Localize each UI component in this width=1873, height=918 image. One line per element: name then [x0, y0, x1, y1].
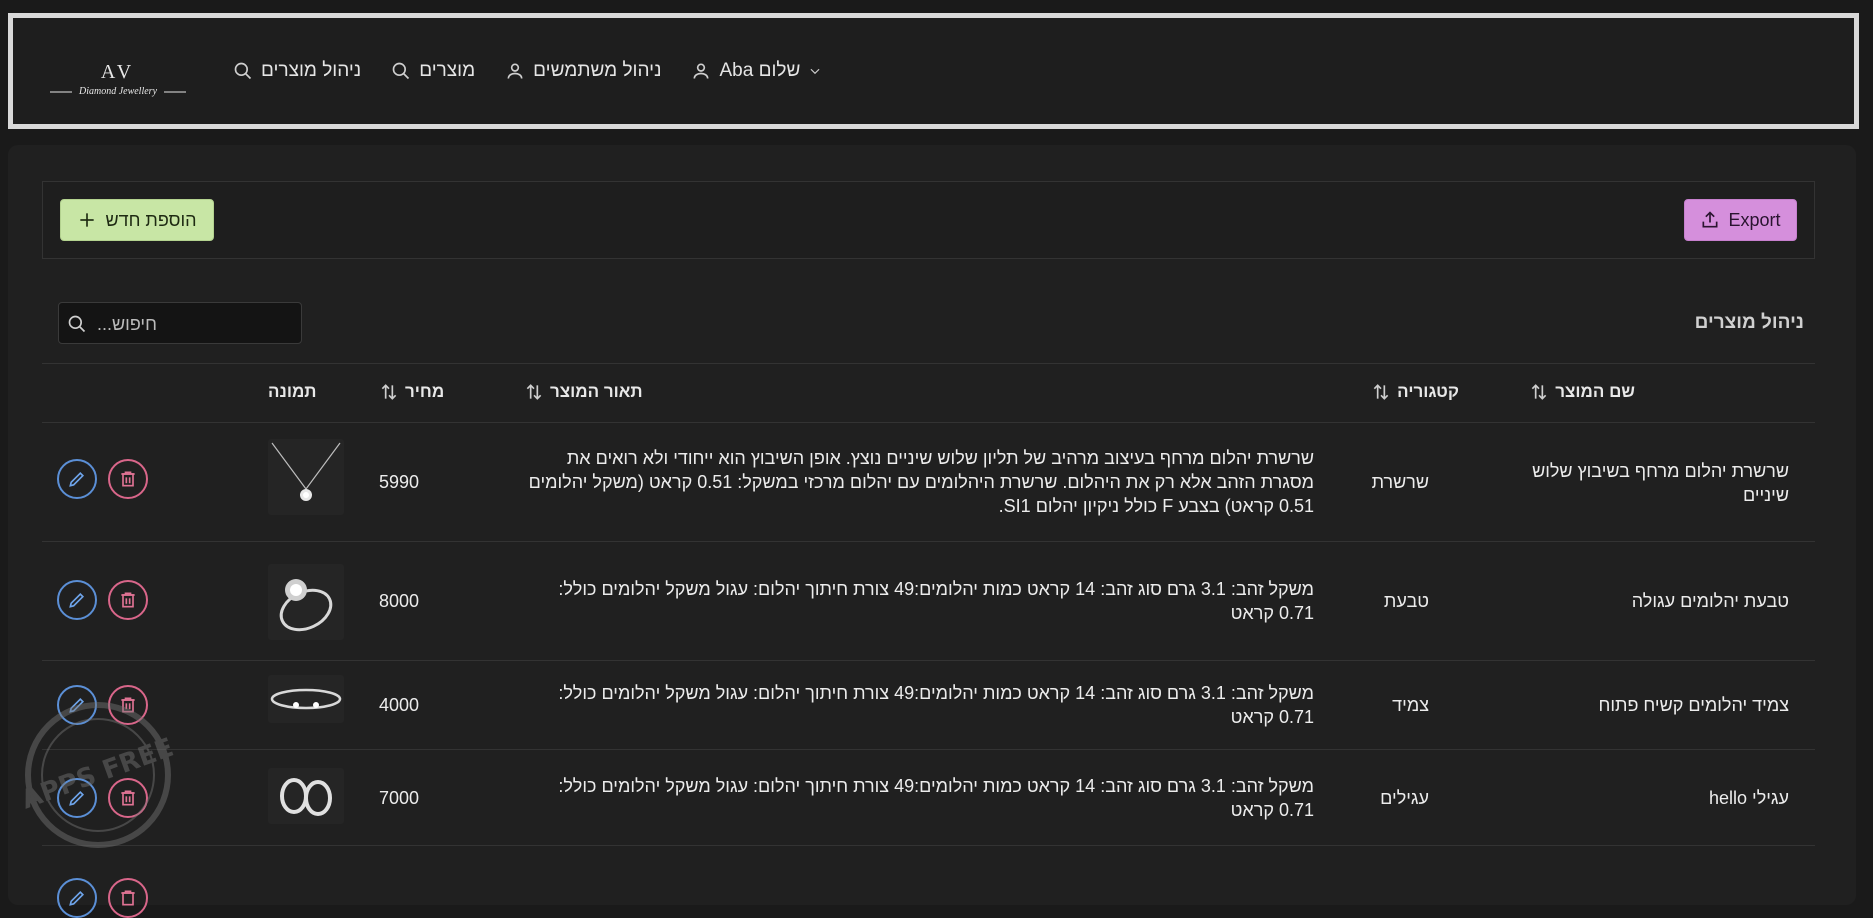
product-name: טבעת יהלומים עגולה	[1631, 591, 1789, 611]
delete-button[interactable]	[108, 580, 148, 620]
plus-icon	[80, 213, 95, 227]
nav-item-product-management[interactable]: ניהול מוצרים	[233, 60, 361, 82]
search-field[interactable]	[58, 302, 302, 345]
search-icon	[392, 62, 410, 80]
nav-menu: ניהול מוצרים מוצרים ניהול משתמשים שלום A…	[233, 18, 822, 124]
product-price: 8000	[379, 591, 420, 611]
toolbar: הוספת חדש Export	[42, 181, 1815, 259]
product-description: משקל זהב: 3.1 גרם סוג זהב: 14 קראט כמות …	[558, 776, 1314, 820]
product-name: שרשרת יהלום מרחף בשיבוץ שלוש שיניים	[1532, 461, 1789, 505]
top-navbar: AV Diamond Jewellery ניהול מוצרים מוצרים…	[8, 13, 1859, 129]
product-category: עגילים	[1380, 788, 1429, 808]
chevron-down-icon	[810, 68, 820, 75]
column-header-category[interactable]: קטגוריה	[1371, 382, 1459, 402]
export-label: Export	[1728, 209, 1781, 230]
trash-icon	[121, 471, 135, 487]
nav-item-label: ניהול מוצרים	[261, 60, 362, 81]
search-icon	[68, 315, 86, 333]
product-price: 7000	[379, 788, 420, 808]
user-menu-dropdown[interactable]: שלום Aba	[691, 60, 822, 82]
nav-item-label: ניהול משתמשים	[533, 60, 662, 81]
table-row: עגילי hello עגילים משקל זהב: 3.1 גרם סוג…	[42, 750, 1815, 846]
column-header-image: תמונה	[268, 382, 317, 402]
nav-item-user-management[interactable]: ניהול משתמשים	[505, 60, 661, 82]
table-row: שרשרת יהלום מרחף בשיבוץ שלוש שיניים שרשר…	[42, 423, 1815, 542]
table-row: טבעת יהלומים עגולה טבעת משקל זהב: 3.1 גר…	[42, 542, 1815, 661]
product-description: שרשרת יהלום מרחף בעיצוב מרהיב של תליון ש…	[528, 448, 1314, 516]
column-header-label: תאור המוצר	[550, 382, 643, 401]
delete-button[interactable]	[108, 459, 148, 499]
user-greeting: שלום Aba	[719, 60, 801, 81]
page-title: ניהול מוצרים	[1694, 312, 1804, 333]
search-input[interactable]	[95, 303, 299, 345]
pencil-icon	[69, 592, 85, 608]
product-category: שרשרת	[1371, 472, 1429, 492]
product-name: עגילי hello	[1708, 788, 1789, 808]
trash-icon	[121, 592, 135, 608]
product-name: צמיד יהלומים קשיח פתוח	[1598, 695, 1789, 715]
column-header-description[interactable]: תאור המוצר	[524, 382, 643, 402]
product-image-bracelet	[268, 675, 344, 723]
delete-button[interactable]	[108, 878, 148, 918]
column-header-label: קטגוריה	[1397, 382, 1459, 401]
add-new-button[interactable]: הוספת חדש	[60, 199, 214, 241]
table-header: שם המוצר קטגוריה תאור המוצר מחיר תמונה	[42, 363, 1815, 423]
product-description: משקל זהב: 3.1 גרם סוג זהב: 14 קראט כמות …	[558, 579, 1314, 623]
table-row: צמיד יהלומים קשיח פתוח צמיד משקל זהב: 3.…	[42, 661, 1815, 750]
sort-icon	[1373, 384, 1389, 400]
add-new-label: הוספת חדש	[105, 209, 197, 230]
user-icon	[507, 63, 523, 79]
column-header-label: תמונה	[268, 382, 317, 401]
product-image-necklace	[268, 439, 344, 515]
product-price: 4000	[379, 695, 420, 715]
pencil-icon	[69, 890, 85, 906]
edit-button[interactable]	[57, 580, 97, 620]
nav-item-products[interactable]: מוצרים	[391, 60, 475, 82]
sort-icon	[381, 384, 397, 400]
svg-text:Diamond Jewellery: Diamond Jewellery	[78, 86, 158, 97]
column-header-price[interactable]: מחיר	[379, 382, 444, 402]
column-header-label: מחיר	[405, 382, 445, 401]
trash-icon	[121, 890, 135, 906]
export-button[interactable]: Export	[1684, 199, 1797, 241]
pencil-icon	[69, 471, 85, 487]
edit-button[interactable]	[57, 459, 97, 499]
product-category: טבעת	[1383, 591, 1429, 611]
table-row	[42, 846, 1815, 918]
product-price: 5990	[379, 472, 420, 492]
user-icon	[693, 63, 709, 79]
column-header-label: שם המוצר	[1555, 382, 1635, 401]
product-category: צמיד	[1392, 695, 1429, 715]
search-icon	[234, 62, 252, 80]
main-panel: הוספת חדש Export ניהול מוצרים שם המוצר ק…	[8, 145, 1856, 918]
product-image-earrings	[268, 768, 344, 824]
nav-item-label: מוצרים	[419, 60, 476, 81]
watermark-stamp: APPS FREE	[18, 702, 178, 848]
sort-icon	[526, 384, 542, 400]
column-header-name[interactable]: שם המוצר	[1529, 382, 1635, 402]
svg-text:AV: AV	[101, 61, 135, 83]
edit-button[interactable]	[57, 878, 97, 918]
product-description: משקל זהב: 3.1 גרם סוג זהב: 14 קראט כמות …	[558, 683, 1314, 727]
product-image-ring	[268, 564, 344, 640]
sort-icon	[1531, 384, 1547, 400]
brand-logo[interactable]: AV Diamond Jewellery	[48, 56, 188, 106]
upload-icon	[1702, 211, 1718, 228]
products-table: שם המוצר קטגוריה תאור המוצר מחיר תמונה ש…	[42, 363, 1815, 918]
